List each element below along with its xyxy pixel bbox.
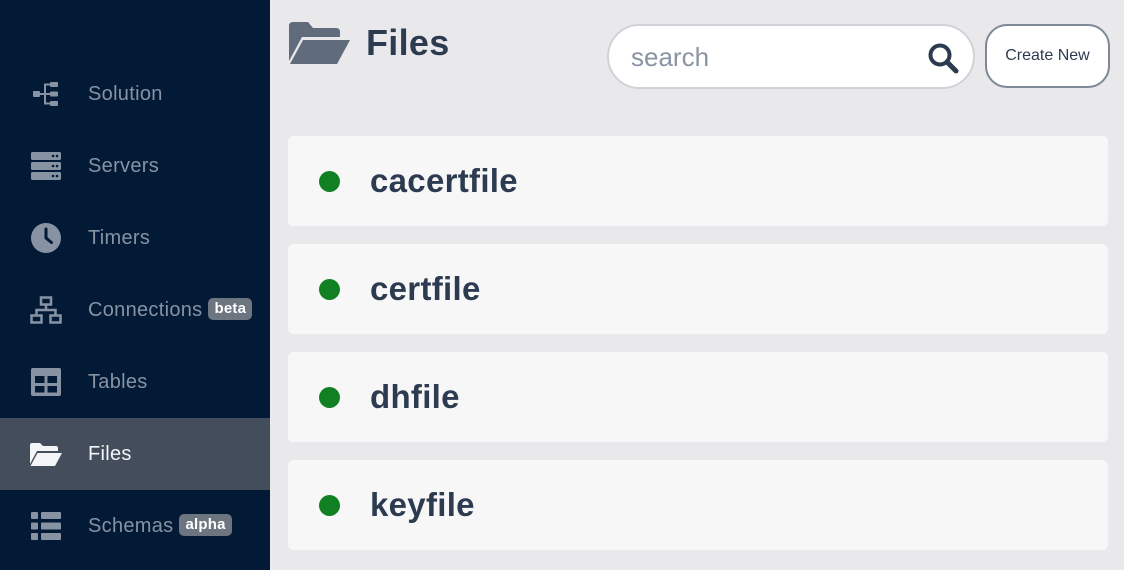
- file-row-certfile[interactable]: certfile: [288, 244, 1108, 334]
- status-dot: [319, 171, 340, 192]
- sidebar-item-files[interactable]: Files: [0, 418, 270, 490]
- sidebar-item-connections[interactable]: Connections beta: [0, 274, 270, 346]
- file-name: dhfile: [370, 378, 460, 415]
- file-row-cacertfile[interactable]: cacertfile: [288, 136, 1108, 226]
- status-dot: [319, 387, 340, 408]
- table-icon: [29, 365, 63, 399]
- network-icon: [29, 293, 63, 327]
- sidebar-item-label: Connections beta: [88, 298, 253, 322]
- file-row-dhfile[interactable]: dhfile: [288, 352, 1108, 442]
- page-title: Files: [366, 22, 450, 63]
- sidebar-item-timers[interactable]: Timers: [0, 202, 270, 274]
- file-row-keyfile[interactable]: keyfile: [288, 460, 1108, 550]
- file-name: cacertfile: [370, 162, 518, 199]
- sidebar-item-schemas[interactable]: Schemas alpha: [0, 490, 270, 562]
- hierarchy-icon: [29, 77, 63, 111]
- search-input[interactable]: [631, 38, 921, 76]
- sidebar-item-label: Timers: [88, 226, 151, 249]
- status-dot: [319, 495, 340, 516]
- sidebar-item-label: Tables: [88, 370, 148, 393]
- search-icon[interactable]: [927, 42, 959, 74]
- sidebar-item-label: Servers: [88, 154, 160, 177]
- folder-open-icon: [288, 20, 350, 66]
- sidebar-item-servers[interactable]: Servers: [0, 130, 270, 202]
- alpha-badge: alpha: [179, 514, 232, 537]
- file-name: certfile: [370, 270, 481, 307]
- sidebar-item-tables[interactable]: Tables: [0, 346, 270, 418]
- page-header: Files: [288, 18, 450, 68]
- search-box[interactable]: [607, 24, 975, 89]
- beta-badge: beta: [208, 298, 253, 321]
- folder-open-icon: [29, 437, 63, 471]
- create-new-button[interactable]: Create New: [985, 24, 1110, 88]
- sidebar-item-label: Files: [88, 442, 132, 465]
- sidebar-item-label: Schemas alpha: [88, 514, 232, 538]
- status-dot: [319, 279, 340, 300]
- sidebar: Solution Servers Timers Connections beta…: [0, 0, 270, 570]
- sidebar-item-solution[interactable]: Solution: [0, 58, 270, 130]
- clock-icon: [29, 221, 63, 255]
- list-icon: [29, 509, 63, 543]
- sidebar-item-label: Solution: [88, 82, 163, 105]
- file-name: keyfile: [370, 486, 475, 523]
- server-stack-icon: [29, 149, 63, 183]
